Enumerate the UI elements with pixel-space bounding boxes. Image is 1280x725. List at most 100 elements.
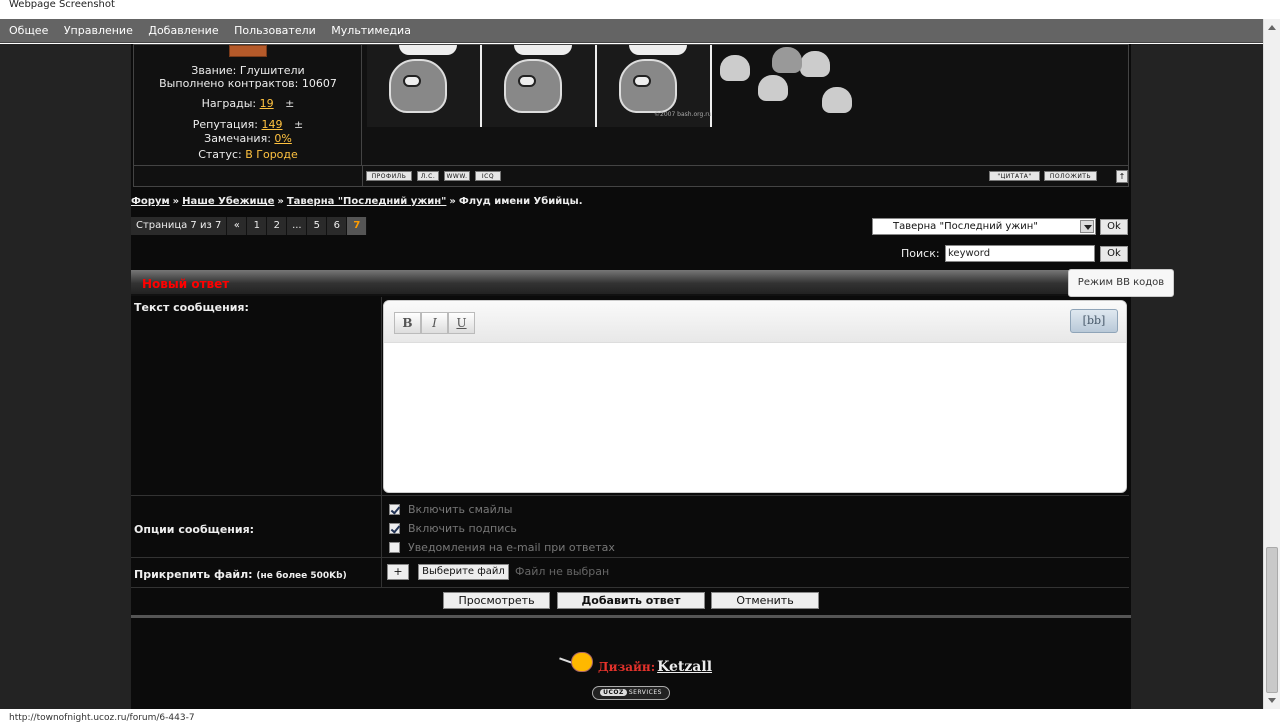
status-value: В Городе bbox=[245, 148, 298, 161]
designer-link[interactable]: Ketzall bbox=[657, 659, 712, 675]
breadcrumb-separator: » bbox=[172, 196, 180, 207]
window-title: Webpage Screenshot bbox=[0, 0, 1280, 19]
bb-mode-button[interactable]: [bb] bbox=[1070, 309, 1118, 333]
menu-item-users[interactable]: Пользователи bbox=[234, 19, 316, 43]
pagination-page[interactable]: 2 bbox=[267, 217, 288, 235]
awards-link[interactable]: 19 bbox=[260, 97, 274, 110]
attach-file-label: Прикрепить файл: (не более 500Kb) bbox=[134, 568, 347, 581]
breadcrumb-tavern[interactable]: Таверна "Последний ужин" bbox=[287, 196, 447, 207]
design-credit: Дизайн: Ketzall bbox=[598, 659, 712, 675]
option-signature[interactable]: Включить подпись bbox=[389, 522, 517, 535]
new-reply-title: Новый ответ bbox=[142, 277, 230, 291]
pm-button[interactable]: Л.С. bbox=[417, 171, 439, 181]
breadcrumb-forum[interactable]: Форум bbox=[131, 196, 170, 207]
menu-item-general[interactable]: Общее bbox=[9, 19, 48, 43]
search-ok-button[interactable]: Ok bbox=[1100, 246, 1128, 262]
mascot-icon bbox=[559, 652, 597, 676]
underline-button[interactable]: U bbox=[448, 312, 475, 334]
user-awards: Награды: 19 ± bbox=[134, 97, 362, 110]
user-rank: Звание: Глушители bbox=[191, 64, 305, 77]
forum-jump-value: Таверна "Последний ужин" bbox=[893, 221, 1038, 232]
breadcrumb: Форум» Наше Убежище» Таверна "Последний уж… bbox=[131, 196, 583, 207]
design-label: Дизайн: bbox=[598, 660, 656, 674]
scroll-thumb[interactable] bbox=[1266, 547, 1278, 693]
menu-bar: Общее Управление Добавление Пользователи… bbox=[0, 19, 1263, 43]
add-attachment-button[interactable]: + bbox=[387, 564, 409, 580]
reply-form: Текст сообщения: B I U [bb] Опции сообще… bbox=[131, 297, 1131, 617]
pick-button[interactable]: ПОЛОЖИТЬ bbox=[1044, 171, 1097, 181]
new-reply-header: Новый ответ bbox=[131, 270, 1131, 296]
forum-jump-select[interactable]: Таверна "Последний ужин" bbox=[872, 218, 1096, 235]
pagination-page[interactable]: 5 bbox=[307, 217, 328, 235]
reputation-plusminus[interactable]: ± bbox=[294, 118, 303, 131]
bb-editor: B I U [bb] bbox=[383, 300, 1127, 493]
pagination-current-page: 7 bbox=[347, 217, 368, 235]
user-reputation: Репутация: 149 ± bbox=[134, 118, 362, 131]
quote-button[interactable]: "ЦИТАТА" bbox=[989, 171, 1040, 181]
bold-button[interactable]: B bbox=[394, 312, 421, 334]
reputation-link[interactable]: 149 bbox=[262, 118, 283, 131]
italic-button[interactable]: I bbox=[421, 312, 448, 334]
signature-image: ©2007 bash.org.ru bbox=[367, 45, 867, 127]
warnings-link[interactable]: 0% bbox=[274, 132, 291, 145]
icq-button[interactable]: ICQ bbox=[475, 171, 501, 181]
status-label: Статус: bbox=[198, 148, 242, 161]
breadcrumb-separator: » bbox=[449, 196, 456, 207]
menu-item-add[interactable]: Добавление bbox=[148, 19, 218, 43]
vertical-scrollbar[interactable] bbox=[1263, 19, 1280, 709]
awards-plusminus[interactable]: ± bbox=[285, 97, 294, 110]
menu-item-manage[interactable]: Управление bbox=[64, 19, 133, 43]
pagination-ellipsis: ... bbox=[287, 217, 308, 235]
user-info-panel: Звание: Глушители Выполнено контрактов: … bbox=[134, 45, 362, 165]
email-notify-label: Уведомления на e-mail при ответах bbox=[408, 541, 615, 554]
cancel-button[interactable]: Отменить bbox=[711, 592, 819, 609]
reputation-label: Репутация: bbox=[192, 118, 258, 131]
user-status: Статус: В Городе bbox=[134, 148, 362, 161]
attach-label-text: Прикрепить файл: bbox=[134, 568, 253, 581]
option-email-notify[interactable]: Уведомления на e-mail при ответах bbox=[389, 541, 615, 554]
pagination-label: Страница 7 из 7 bbox=[131, 217, 228, 235]
bb-mode-tooltip: Режим BB кодов bbox=[1068, 269, 1174, 297]
user-contracts: Выполнено контрактов: 10607 bbox=[159, 77, 337, 90]
warnings-label: Замечания: bbox=[204, 132, 271, 145]
forum-jump-ok-button[interactable]: Ok bbox=[1100, 219, 1128, 235]
ucoz-logo: UCOZ bbox=[600, 689, 627, 696]
signature-caption: ©2007 bash.org.ru bbox=[654, 111, 712, 118]
signature-checkbox[interactable] bbox=[389, 523, 400, 534]
post-action-bar: ПРОФИЛЬ Л.С. WWW. ICQ "ЦИТАТА" ПОЛОЖИТЬ … bbox=[134, 165, 1128, 187]
page: Звание: Глушители Выполнено контрактов: … bbox=[0, 44, 1263, 709]
forum-post: Звание: Глушители Выполнено контрактов: … bbox=[133, 44, 1129, 187]
scroll-up-icon[interactable] bbox=[1268, 25, 1276, 30]
ucoz-services-text: SERVICES bbox=[628, 689, 662, 696]
ucoz-badge[interactable]: UCOZ SERVICES bbox=[592, 686, 670, 700]
pagination-page[interactable]: 6 bbox=[327, 217, 348, 235]
pagination: Страница 7 из 7 « 1 2 ... 5 6 7 bbox=[131, 217, 368, 235]
message-options-label: Опции сообщения: bbox=[134, 523, 255, 536]
smiles-label: Включить смайлы bbox=[408, 503, 513, 516]
search-input[interactable] bbox=[945, 245, 1095, 262]
status-bar-url: http://townofnight.ucoz.ru/forum/6-443-7 bbox=[0, 709, 1280, 725]
editor-toolbar: B I U [bb] bbox=[384, 301, 1126, 343]
profile-button[interactable]: ПРОФИЛЬ bbox=[366, 171, 412, 181]
forum-content: Звание: Глушители Выполнено контрактов: … bbox=[131, 44, 1174, 709]
chevron-down-icon[interactable] bbox=[1080, 220, 1094, 233]
avatar bbox=[229, 45, 267, 57]
breadcrumb-shelter[interactable]: Наше Убежище bbox=[182, 196, 274, 207]
preview-button[interactable]: Просмотреть bbox=[443, 592, 550, 609]
signature-label: Включить подпись bbox=[408, 522, 517, 535]
pagination-prev[interactable]: « bbox=[227, 217, 248, 235]
choose-file-button[interactable]: Выберите файл bbox=[418, 564, 509, 580]
search-label: Поиск: bbox=[901, 247, 940, 260]
attach-size-hint: (не более 500Kb) bbox=[256, 571, 347, 581]
add-reply-button[interactable]: Добавить ответ bbox=[557, 592, 705, 609]
scroll-top-icon[interactable]: ↑ bbox=[1116, 170, 1128, 183]
option-smiles[interactable]: Включить смайлы bbox=[389, 503, 512, 516]
scroll-down-icon[interactable] bbox=[1268, 698, 1276, 703]
email-notify-checkbox[interactable] bbox=[389, 542, 400, 553]
menu-item-multimedia[interactable]: Мультимедиа bbox=[331, 19, 411, 43]
pagination-page[interactable]: 1 bbox=[247, 217, 268, 235]
message-textarea[interactable] bbox=[384, 343, 1126, 492]
www-button[interactable]: WWW. bbox=[444, 171, 470, 181]
breadcrumb-current: Флуд имени Убийцы. bbox=[458, 196, 583, 207]
smiles-checkbox[interactable] bbox=[389, 504, 400, 515]
